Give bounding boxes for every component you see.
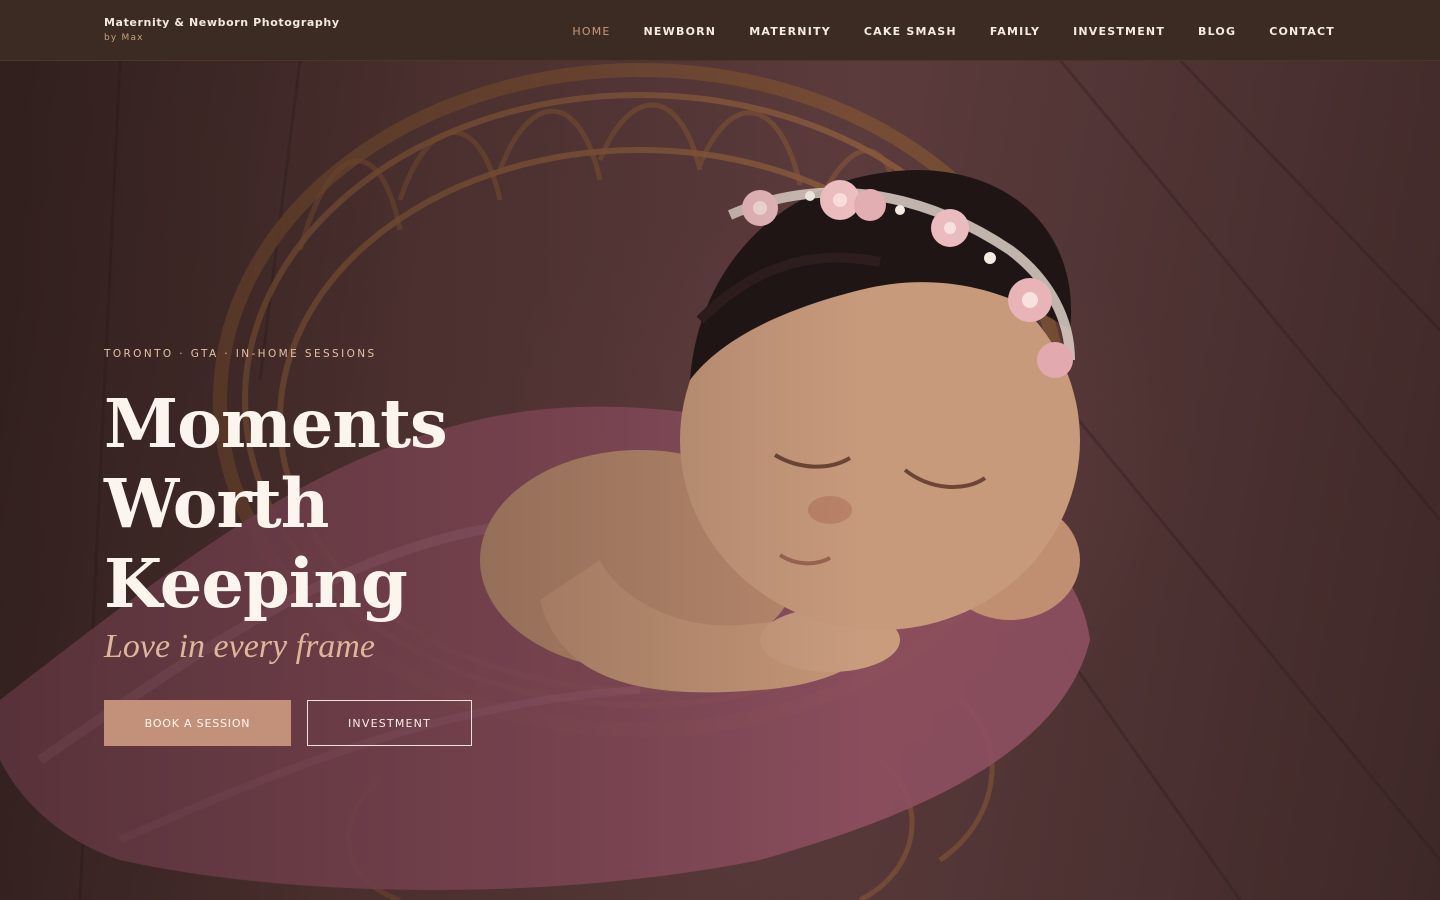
nav-link-family[interactable]: FAMILY — [990, 25, 1040, 38]
nav-item-blog: BLOG — [1198, 22, 1236, 40]
top-navbar: Maternity & Newborn Photography by Max H… — [0, 0, 1440, 61]
headline-line-2: Worth — [104, 464, 329, 543]
hero-content: TORONTO · GTA · IN-HOME SESSIONS Moments… — [104, 348, 664, 746]
nav-item-newborn: NEWBORN — [644, 22, 717, 40]
nav-item-home: HOME — [572, 22, 610, 40]
nav-item-contact: CONTACT — [1269, 22, 1335, 40]
nav-link-newborn[interactable]: NEWBORN — [644, 25, 717, 38]
nav-link-contact[interactable]: CONTACT — [1269, 25, 1335, 38]
brand-name: Maternity & Newborn Photography — [104, 16, 340, 29]
nav-link-maternity[interactable]: MATERNITY — [749, 25, 831, 38]
nav-item-maternity: MATERNITY — [749, 22, 831, 40]
headline-line-1: Moments — [104, 384, 448, 463]
nav-link-home[interactable]: HOME — [572, 25, 610, 38]
hero-headline: Moments Worth Keeping — [104, 384, 664, 624]
headline-line-3: Keeping — [104, 544, 408, 623]
book-session-button[interactable]: BOOK A SESSION — [104, 700, 291, 746]
brand-logo-link[interactable]: Maternity & Newborn Photography by Max — [104, 16, 340, 43]
nav-item-family: FAMILY — [990, 22, 1040, 40]
nav-item-cake-smash: CAKE SMASH — [864, 22, 957, 40]
investment-button[interactable]: INVESTMENT — [307, 700, 472, 746]
brand-byline: by Max — [104, 33, 144, 43]
nav-link-investment[interactable]: INVESTMENT — [1073, 25, 1165, 38]
hero-tagline: Love in every frame — [104, 628, 375, 665]
hero-eyebrow: TORONTO · GTA · IN-HOME SESSIONS — [104, 348, 377, 360]
nav-link-blog[interactable]: BLOG — [1198, 25, 1236, 38]
nav-item-investment: INVESTMENT — [1073, 22, 1165, 40]
main-nav-menu: HOME NEWBORN MATERNITY CAKE SMASH FAMILY… — [539, 0, 1335, 61]
hero-cta-row: BOOK A SESSION INVESTMENT — [104, 700, 664, 746]
nav-link-cake-smash[interactable]: CAKE SMASH — [864, 25, 957, 38]
